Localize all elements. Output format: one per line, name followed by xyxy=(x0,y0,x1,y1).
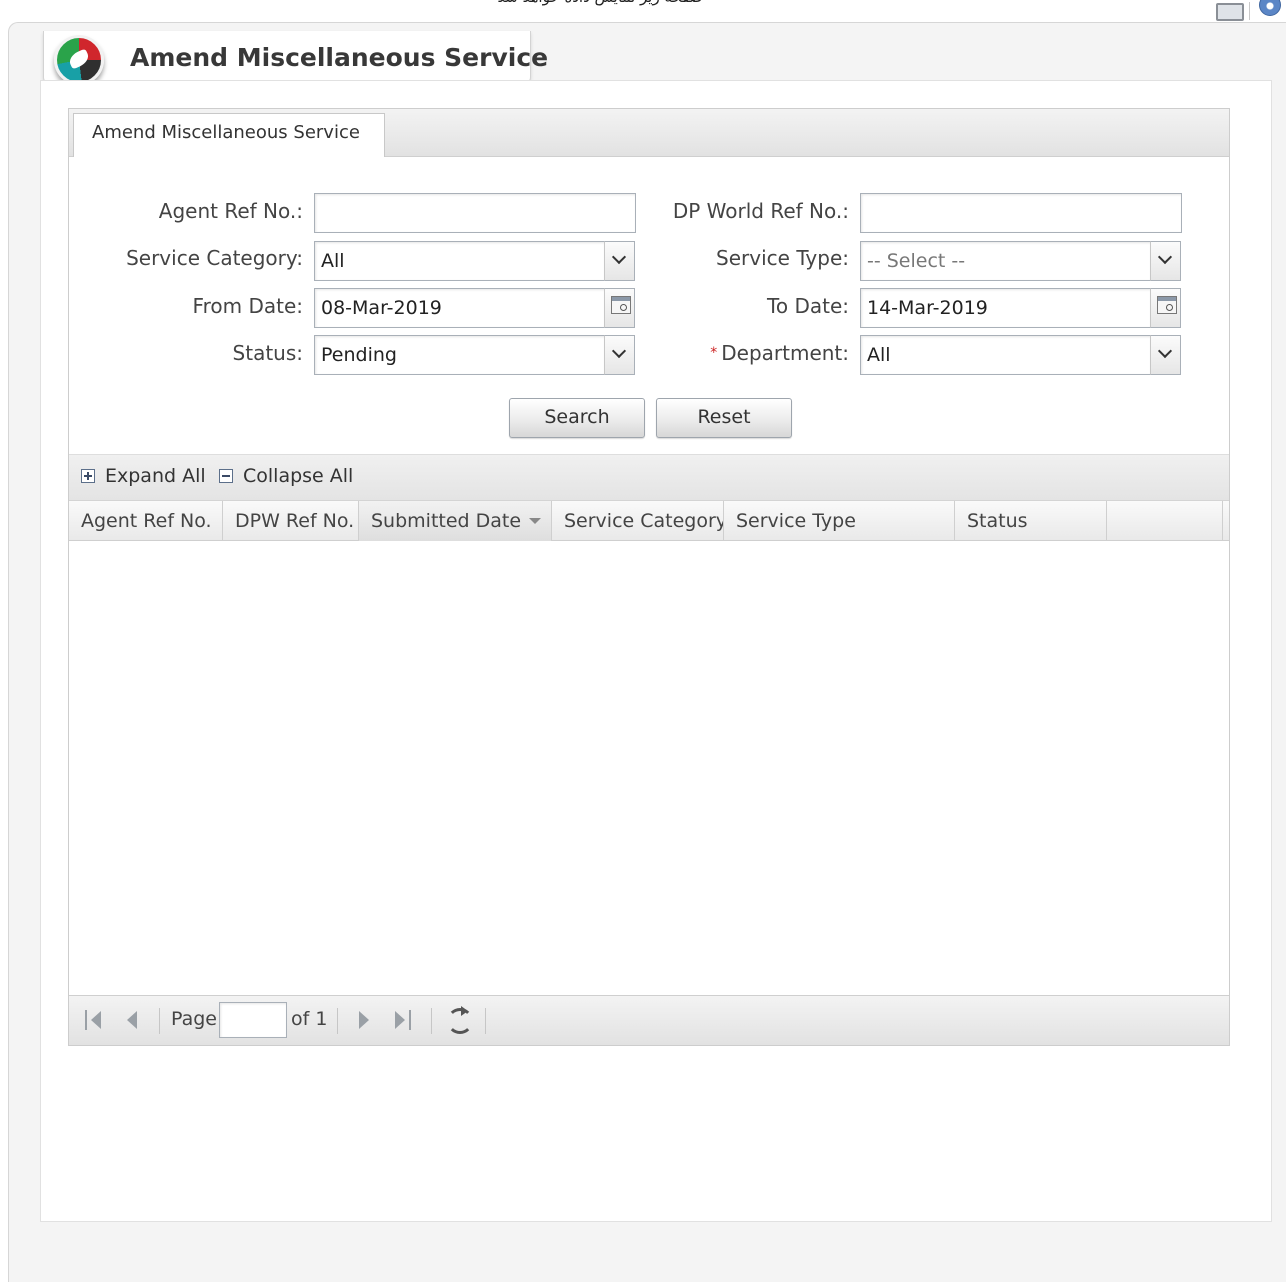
column-service-type[interactable]: Service Type xyxy=(724,501,955,541)
top-caption: صفحة زیر نمایش داده خواهد شد xyxy=(440,0,760,10)
to-date-input[interactable]: 14-Mar-2019 xyxy=(860,288,1151,328)
status-label: Status: xyxy=(232,341,303,365)
app-header: Amend Miscellaneous Service xyxy=(43,31,548,85)
tab-strip: Amend Miscellaneous Service xyxy=(69,109,1229,157)
dpw-ref-input[interactable] xyxy=(860,193,1182,233)
divider xyxy=(337,1008,338,1034)
search-panel: Amend Miscellaneous Service Agent Ref No… xyxy=(68,108,1230,1046)
next-page-icon[interactable] xyxy=(359,1008,373,1032)
plus-box-icon xyxy=(81,469,95,483)
grid-toolbar: Expand All Collapse All xyxy=(69,454,1229,500)
prev-page-icon[interactable] xyxy=(127,1008,141,1032)
grid-body xyxy=(69,541,1229,995)
service-category-select[interactable]: All xyxy=(314,241,605,281)
chevron-down-icon[interactable] xyxy=(1150,335,1181,375)
calendar-icon[interactable] xyxy=(604,288,635,328)
from-date-input[interactable]: 08-Mar-2019 xyxy=(314,288,605,328)
page-title: Amend Miscellaneous Service xyxy=(130,43,549,72)
divider xyxy=(159,1008,160,1034)
column-submitted-date[interactable]: Submitted Date xyxy=(359,501,552,541)
reset-button[interactable]: Reset xyxy=(656,398,792,438)
sort-desc-icon xyxy=(529,518,542,524)
agent-ref-label: Agent Ref No.: xyxy=(158,199,303,223)
chevron-down-icon[interactable] xyxy=(1150,241,1181,281)
expand-all-label: Expand All xyxy=(105,465,206,487)
minus-box-icon xyxy=(219,469,233,483)
refresh-icon[interactable] xyxy=(447,1006,473,1034)
divider xyxy=(485,1008,486,1034)
from-date-label: From Date: xyxy=(192,294,303,318)
required-mark: * xyxy=(710,345,718,361)
collapse-all-button[interactable]: Collapse All xyxy=(219,465,353,487)
page-count-label: of 1 xyxy=(291,1008,328,1030)
divider xyxy=(1249,2,1250,20)
divider xyxy=(431,1008,432,1034)
service-category-label: Service Category: xyxy=(126,246,303,270)
service-type-label: Service Type: xyxy=(716,246,849,270)
department-select[interactable]: All xyxy=(860,335,1151,375)
top-icons xyxy=(1213,0,1281,24)
first-page-icon[interactable] xyxy=(85,1008,103,1032)
page-label: Page xyxy=(171,1008,217,1030)
column-status[interactable]: Status xyxy=(955,501,1107,541)
column-service-category[interactable]: Service Category xyxy=(552,501,724,541)
expand-all-button[interactable]: Expand All xyxy=(81,465,206,487)
tab-amend-miscellaneous-service[interactable]: Amend Miscellaneous Service xyxy=(73,113,385,157)
calendar-icon[interactable] xyxy=(1150,288,1181,328)
search-button[interactable]: Search xyxy=(509,398,645,438)
chevron-down-icon[interactable] xyxy=(604,335,635,375)
service-type-select[interactable]: -- Select -- xyxy=(860,241,1151,281)
dpw-ref-label: DP World Ref No.: xyxy=(672,199,849,223)
column-dpw-ref[interactable]: DPW Ref No. xyxy=(223,501,359,541)
last-page-icon[interactable] xyxy=(395,1008,413,1032)
column-extra[interactable] xyxy=(1107,501,1223,541)
chevron-down-icon[interactable] xyxy=(604,241,635,281)
status-select[interactable]: Pending xyxy=(314,335,605,375)
column-agent-ref[interactable]: Agent Ref No. xyxy=(69,501,223,541)
department-label: * Department: xyxy=(710,341,849,365)
collapse-all-label: Collapse All xyxy=(243,465,354,487)
grid-header: Agent Ref No. DPW Ref No. Submitted Date… xyxy=(69,500,1229,541)
logo-icon xyxy=(54,35,104,85)
printer-icon[interactable] xyxy=(1213,0,1244,21)
to-date-label: To Date: xyxy=(767,294,849,318)
paging-toolbar: Page of 1 xyxy=(69,995,1229,1045)
page-number-input[interactable] xyxy=(219,1002,287,1038)
search-form: Agent Ref No.: DP World Ref No.: Service… xyxy=(69,157,1229,457)
agent-ref-input[interactable] xyxy=(314,193,636,233)
help-icon[interactable] xyxy=(1256,0,1281,20)
